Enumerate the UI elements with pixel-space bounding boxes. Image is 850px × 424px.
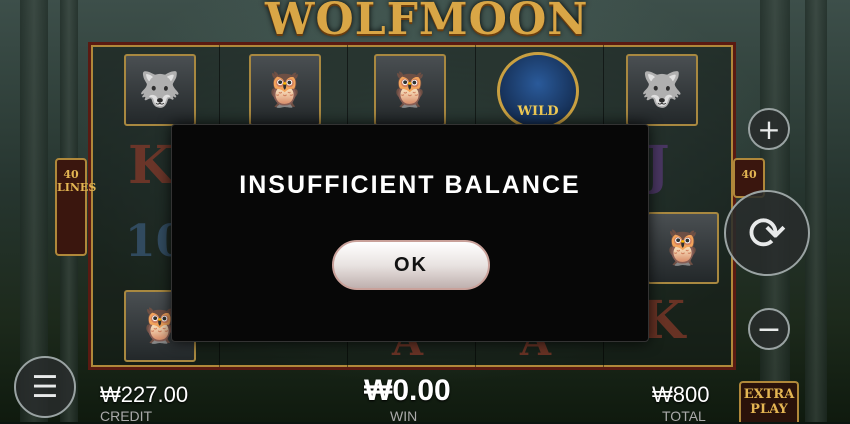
total-bet-value: ₩800: [652, 382, 710, 407]
wolf-symbol: 🐺: [626, 54, 698, 126]
spin-button[interactable]: ⟳: [724, 190, 810, 276]
plus-icon: +: [757, 112, 781, 146]
owl-icon: 🦉: [263, 70, 307, 110]
bet-increase-button[interactable]: +: [748, 108, 790, 150]
owl-symbol: 🦉: [647, 212, 719, 284]
wild-symbol: WILD: [497, 52, 579, 130]
wild-label: WILD: [517, 104, 559, 119]
game-logo: WOLFMOON: [265, 0, 589, 45]
spin-icon: ⟳: [747, 206, 787, 260]
card-symbol: K: [128, 135, 174, 196]
owl-icon: 🦉: [661, 228, 705, 268]
insufficient-balance-dialog: INSUFFICIENT BALANCE OK: [171, 124, 649, 342]
extra-play-button[interactable]: EXTRA PLAY: [739, 381, 799, 422]
wolf-symbol: 🐺: [124, 54, 196, 126]
win-value: ₩0.00: [364, 374, 451, 407]
menu-button[interactable]: ☰: [14, 356, 76, 418]
credit-value: ₩227.00: [100, 382, 189, 407]
menu-icon: ☰: [31, 369, 59, 405]
owl-symbol: 🦉: [374, 54, 446, 126]
owl-icon: 🦉: [388, 70, 432, 110]
bet-decrease-button[interactable]: −: [748, 308, 790, 350]
minus-icon: −: [756, 311, 782, 347]
paylines-indicator-left: 40 LINES: [55, 158, 96, 256]
owl-symbol: 🦉: [249, 54, 321, 126]
tree-trunk: [805, 0, 827, 422]
wolf-icon: 🐺: [640, 70, 684, 110]
dialog-message: INSUFFICIENT BALANCE: [239, 171, 581, 199]
ok-button[interactable]: OK: [332, 240, 490, 290]
wolf-icon: 🐺: [138, 70, 182, 110]
